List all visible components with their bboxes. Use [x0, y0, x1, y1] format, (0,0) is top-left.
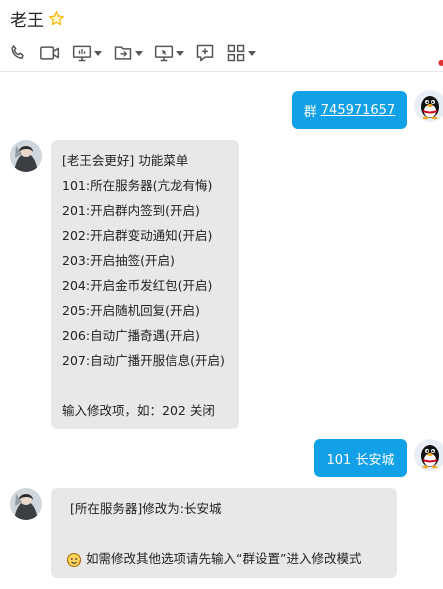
- message-line: [老王会更好] 功能菜单: [62, 153, 189, 168]
- star-icon[interactable]: [48, 10, 65, 27]
- message-line: 201:开启群内签到(开启): [62, 203, 200, 218]
- contact-avatar[interactable]: [10, 488, 42, 520]
- penguin-icon: [414, 439, 443, 471]
- apps-grid-icon: [227, 44, 245, 62]
- incoming-message-bubble[interactable]: [老王会更好] 功能菜单 101:所在服务器(亢龙有悔) 201:开启群内签到(…: [51, 140, 239, 429]
- notification-mark: ●: [438, 58, 443, 67]
- title-row: 老王: [10, 6, 65, 31]
- incoming-message-bubble[interactable]: [所在服务器]修改为:长安城 如需修改其他选项请先输入“群设置”进入修改模式: [51, 488, 397, 578]
- message-text: 101 长安城: [326, 452, 395, 468]
- group-number-link[interactable]: 745971657: [321, 103, 395, 118]
- message-line: 206:自动广播奇遇(开启): [62, 328, 200, 343]
- file-transfer-icon: [114, 46, 132, 60]
- message-line: 204:开启金币发红包(开启): [62, 278, 213, 293]
- message-line: [62, 373, 239, 398]
- video-icon[interactable]: [39, 43, 61, 63]
- toolbar: [8, 42, 267, 64]
- emoji-icon: [66, 551, 82, 567]
- contact-photo-icon: [10, 488, 42, 520]
- contact-photo-icon: [10, 140, 42, 172]
- phone-icon[interactable]: [8, 43, 28, 63]
- my-avatar[interactable]: [414, 90, 443, 122]
- chevron-down-icon[interactable]: [248, 50, 256, 56]
- outgoing-message-bubble[interactable]: 101 长安城: [314, 439, 407, 477]
- screen-share-icon: [72, 45, 92, 62]
- message-line: [所在服务器]修改为:长安城: [70, 501, 222, 516]
- file-transfer-button[interactable]: [113, 43, 143, 63]
- remote-desktop-icon: [154, 45, 174, 62]
- contact-avatar[interactable]: [10, 140, 42, 172]
- chevron-down-icon[interactable]: [94, 50, 102, 56]
- message-line: 207:自动广播开服信息(开启): [62, 353, 225, 368]
- chevron-down-icon[interactable]: [176, 50, 184, 56]
- message-line: 203:开启抽签(开启): [62, 253, 175, 268]
- screen-share-button[interactable]: [72, 43, 102, 63]
- outgoing-message-bubble[interactable]: 群 745971657: [292, 91, 407, 129]
- message-line-with-emoji: 如需修改其他选项请先输入“群设置”进入修改模式: [66, 546, 397, 571]
- message-line: 输入修改项，如：202 关闭: [62, 403, 215, 418]
- chevron-down-icon[interactable]: [135, 50, 143, 56]
- message-line: 101:所在服务器(亢龙有悔): [62, 178, 213, 193]
- message-line: 202:开启群变动通知(开启): [62, 228, 213, 243]
- penguin-icon: [414, 90, 443, 122]
- chat-header: 老王 ●: [0, 0, 443, 72]
- message-text: 如需修改其他选项请先输入“群设置”进入修改模式: [86, 551, 362, 566]
- message-text: 群: [303, 104, 317, 120]
- chat-title[interactable]: 老王: [10, 6, 44, 31]
- message-line: [70, 521, 397, 546]
- apps-grid-button[interactable]: [226, 43, 256, 63]
- my-avatar[interactable]: [414, 439, 443, 471]
- add-chat-icon[interactable]: [195, 43, 215, 63]
- message-line: 205:开启随机回复(开启): [62, 303, 200, 318]
- remote-desktop-button[interactable]: [154, 43, 184, 63]
